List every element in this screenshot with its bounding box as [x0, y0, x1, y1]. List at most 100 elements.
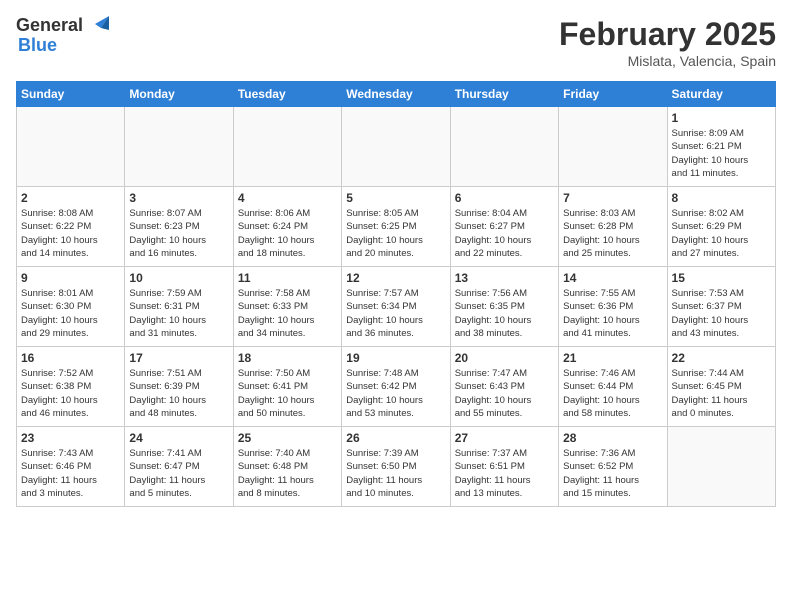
day-number: 11 [238, 271, 337, 285]
calendar-cell: 28 Sunrise: 7:36 AM Sunset: 6:52 PM Dayli… [559, 427, 667, 507]
day-info: Sunrise: 7:36 AM Sunset: 6:52 PM Dayligh… [563, 447, 662, 500]
day-info: Sunrise: 8:01 AM Sunset: 6:30 PM Dayligh… [21, 287, 120, 340]
weekday-header-row: SundayMondayTuesdayWednesdayThursdayFrid… [17, 82, 776, 107]
calendar-cell: 24 Sunrise: 7:41 AM Sunset: 6:47 PM Dayli… [125, 427, 233, 507]
logo-general-text: General [16, 16, 83, 36]
day-info: Sunrise: 8:08 AM Sunset: 6:22 PM Dayligh… [21, 207, 120, 260]
day-info: Sunrise: 8:02 AM Sunset: 6:29 PM Dayligh… [672, 207, 771, 260]
day-number: 27 [455, 431, 554, 445]
day-info: Sunrise: 7:57 AM Sunset: 6:34 PM Dayligh… [346, 287, 445, 340]
day-info: Sunrise: 7:50 AM Sunset: 6:41 PM Dayligh… [238, 367, 337, 420]
calendar-cell: 23 Sunrise: 7:43 AM Sunset: 6:46 PM Dayli… [17, 427, 125, 507]
title-block: February 2025 Mislata, Valencia, Spain [559, 16, 776, 69]
calendar-cell: 9 Sunrise: 8:01 AM Sunset: 6:30 PM Daylig… [17, 267, 125, 347]
day-info: Sunrise: 7:59 AM Sunset: 6:31 PM Dayligh… [129, 287, 228, 340]
page-header: General Blue February 2025 Mislata, Vale… [16, 16, 776, 69]
weekday-header-sunday: Sunday [17, 82, 125, 107]
calendar-cell: 3Sunrise: 8:07 AM Sunset: 6:23 PM Daylig… [125, 187, 233, 267]
day-number: 12 [346, 271, 445, 285]
calendar-cell: 22 Sunrise: 7:44 AM Sunset: 6:45 PM Dayli… [667, 347, 775, 427]
weekday-header-wednesday: Wednesday [342, 82, 450, 107]
calendar-cell [342, 107, 450, 187]
calendar-cell: 25 Sunrise: 7:40 AM Sunset: 6:48 PM Dayli… [233, 427, 341, 507]
day-info: Sunrise: 8:05 AM Sunset: 6:25 PM Dayligh… [346, 207, 445, 260]
calendar-cell: 21 Sunrise: 7:46 AM Sunset: 6:44 PM Dayli… [559, 347, 667, 427]
calendar-cell: 20 Sunrise: 7:47 AM Sunset: 6:43 PM Dayli… [450, 347, 558, 427]
calendar-cell: 5 Sunrise: 8:05 AM Sunset: 6:25 PM Daylig… [342, 187, 450, 267]
calendar-cell: 26 Sunrise: 7:39 AM Sunset: 6:50 PM Dayli… [342, 427, 450, 507]
day-info: Sunrise: 7:47 AM Sunset: 6:43 PM Dayligh… [455, 367, 554, 420]
day-info: Sunrise: 8:07 AM Sunset: 6:23 PM Dayligh… [129, 207, 228, 260]
day-number: 15 [672, 271, 771, 285]
week-row-2: 2Sunrise: 8:08 AM Sunset: 6:22 PM Daylig… [17, 187, 776, 267]
day-number: 20 [455, 351, 554, 365]
calendar-cell: 14Sunrise: 7:55 AM Sunset: 6:36 PM Dayli… [559, 267, 667, 347]
calendar-cell: 12 Sunrise: 7:57 AM Sunset: 6:34 PM Dayli… [342, 267, 450, 347]
calendar-cell: 18 Sunrise: 7:50 AM Sunset: 6:41 PM Dayli… [233, 347, 341, 427]
calendar-cell: 10 Sunrise: 7:59 AM Sunset: 6:31 PM Dayli… [125, 267, 233, 347]
day-number: 9 [21, 271, 120, 285]
calendar-cell: 27 Sunrise: 7:37 AM Sunset: 6:51 PM Dayli… [450, 427, 558, 507]
day-number: 5 [346, 191, 445, 205]
calendar-cell: 15 Sunrise: 7:53 AM Sunset: 6:37 PM Dayli… [667, 267, 775, 347]
day-info: Sunrise: 7:40 AM Sunset: 6:48 PM Dayligh… [238, 447, 337, 500]
day-info: Sunrise: 7:58 AM Sunset: 6:33 PM Dayligh… [238, 287, 337, 340]
calendar-cell: 7 Sunrise: 8:03 AM Sunset: 6:28 PM Daylig… [559, 187, 667, 267]
day-info: Sunrise: 7:56 AM Sunset: 6:35 PM Dayligh… [455, 287, 554, 340]
day-number: 18 [238, 351, 337, 365]
day-info: Sunrise: 8:06 AM Sunset: 6:24 PM Dayligh… [238, 207, 337, 260]
weekday-header-tuesday: Tuesday [233, 82, 341, 107]
calendar-cell: 4 Sunrise: 8:06 AM Sunset: 6:24 PM Daylig… [233, 187, 341, 267]
day-number: 7 [563, 191, 662, 205]
day-info: Sunrise: 7:52 AM Sunset: 6:38 PM Dayligh… [21, 367, 120, 420]
day-info: Sunrise: 7:39 AM Sunset: 6:50 PM Dayligh… [346, 447, 445, 500]
day-info: Sunrise: 7:41 AM Sunset: 6:47 PM Dayligh… [129, 447, 228, 500]
day-info: Sunrise: 8:09 AM Sunset: 6:21 PM Dayligh… [672, 127, 771, 180]
day-number: 4 [238, 191, 337, 205]
day-number: 23 [21, 431, 120, 445]
calendar-cell: 11 Sunrise: 7:58 AM Sunset: 6:33 PM Dayli… [233, 267, 341, 347]
calendar-cell [559, 107, 667, 187]
logo-bird-icon [87, 16, 109, 36]
day-number: 24 [129, 431, 228, 445]
day-info: Sunrise: 7:37 AM Sunset: 6:51 PM Dayligh… [455, 447, 554, 500]
day-number: 14 [563, 271, 662, 285]
day-number: 16 [21, 351, 120, 365]
day-number: 19 [346, 351, 445, 365]
calendar-cell: 19Sunrise: 7:48 AM Sunset: 6:42 PM Dayli… [342, 347, 450, 427]
day-number: 28 [563, 431, 662, 445]
day-number: 17 [129, 351, 228, 365]
calendar-cell [450, 107, 558, 187]
calendar-subtitle: Mislata, Valencia, Spain [559, 53, 776, 69]
week-row-1: 1 Sunrise: 8:09 AM Sunset: 6:21 PM Daylig… [17, 107, 776, 187]
calendar-cell: 6 Sunrise: 8:04 AM Sunset: 6:27 PM Daylig… [450, 187, 558, 267]
day-number: 10 [129, 271, 228, 285]
week-row-5: 23 Sunrise: 7:43 AM Sunset: 6:46 PM Dayli… [17, 427, 776, 507]
day-info: Sunrise: 7:46 AM Sunset: 6:44 PM Dayligh… [563, 367, 662, 420]
weekday-header-monday: Monday [125, 82, 233, 107]
day-number: 8 [672, 191, 771, 205]
weekday-header-thursday: Thursday [450, 82, 558, 107]
day-info: Sunrise: 7:44 AM Sunset: 6:45 PM Dayligh… [672, 367, 771, 420]
calendar-cell: 8 Sunrise: 8:02 AM Sunset: 6:29 PM Daylig… [667, 187, 775, 267]
day-info: Sunrise: 8:03 AM Sunset: 6:28 PM Dayligh… [563, 207, 662, 260]
day-number: 22 [672, 351, 771, 365]
day-number: 26 [346, 431, 445, 445]
day-number: 25 [238, 431, 337, 445]
calendar-cell: 16 Sunrise: 7:52 AM Sunset: 6:38 PM Dayli… [17, 347, 125, 427]
week-row-4: 16 Sunrise: 7:52 AM Sunset: 6:38 PM Dayli… [17, 347, 776, 427]
calendar-cell [125, 107, 233, 187]
day-number: 6 [455, 191, 554, 205]
day-info: Sunrise: 7:43 AM Sunset: 6:46 PM Dayligh… [21, 447, 120, 500]
day-info: Sunrise: 8:04 AM Sunset: 6:27 PM Dayligh… [455, 207, 554, 260]
calendar-cell: 2Sunrise: 8:08 AM Sunset: 6:22 PM Daylig… [17, 187, 125, 267]
day-number: 1 [672, 111, 771, 125]
day-info: Sunrise: 7:51 AM Sunset: 6:39 PM Dayligh… [129, 367, 228, 420]
day-info: Sunrise: 7:53 AM Sunset: 6:37 PM Dayligh… [672, 287, 771, 340]
calendar-cell: 13Sunrise: 7:56 AM Sunset: 6:35 PM Dayli… [450, 267, 558, 347]
calendar-title: February 2025 [559, 16, 776, 53]
calendar-cell [667, 427, 775, 507]
week-row-3: 9 Sunrise: 8:01 AM Sunset: 6:30 PM Daylig… [17, 267, 776, 347]
day-number: 21 [563, 351, 662, 365]
calendar-cell [17, 107, 125, 187]
